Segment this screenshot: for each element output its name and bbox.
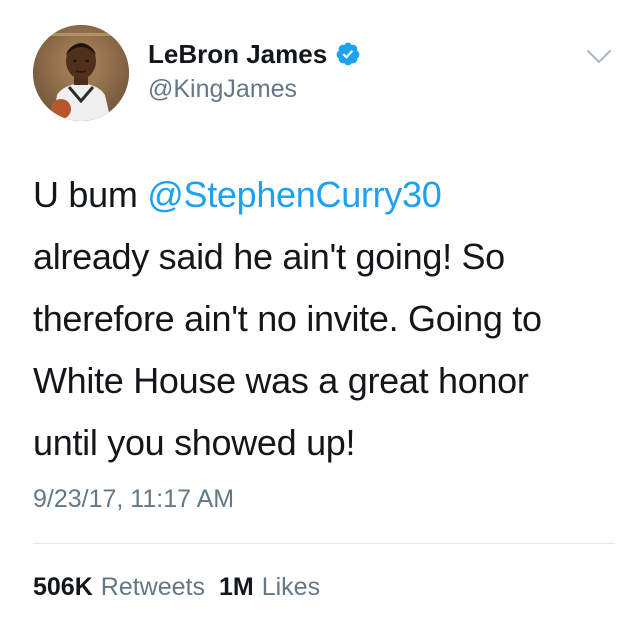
tweet-line: until you showed up! (33, 422, 356, 463)
user-display-name[interactable]: LeBron James (148, 39, 361, 69)
likes-stat[interactable]: 1M Likes (219, 572, 320, 602)
divider (33, 543, 615, 544)
mention-link[interactable]: @StephenCurry30 (147, 174, 442, 215)
chevron-down-icon[interactable] (586, 48, 612, 66)
avatar[interactable] (33, 25, 129, 121)
retweets-stat[interactable]: 506K Retweets (33, 572, 205, 602)
tweet-text: U bum @StephenCurry30 already said he ai… (33, 164, 618, 474)
tweet-timestamp[interactable]: 9/23/17, 11:17 AM (33, 484, 234, 514)
likes-count: 1M (218, 573, 254, 601)
likes-label: Likes (261, 573, 321, 601)
tweet-card: LeBron James @KingJames U bum @StephenCu… (0, 0, 640, 630)
tweet-stats: 506K Retweets 1M Likes (33, 572, 320, 602)
tweet-line: U bum @StephenCurry30 (33, 164, 618, 226)
tweet-line: therefore ain't no invite. Going to (33, 298, 542, 339)
tweet-line: already said he ain't going! So (33, 236, 505, 277)
avatar-photo (33, 25, 129, 121)
user-handle[interactable]: @KingJames (148, 74, 297, 104)
tweet-text-prefix: U bum (33, 174, 148, 215)
retweets-label: Retweets (100, 573, 205, 601)
tweet-line: White House was a great honor (33, 360, 529, 401)
retweets-count: 506K (33, 573, 93, 601)
verified-badge-icon (335, 41, 361, 67)
user-name-text: LeBron James (148, 39, 328, 69)
